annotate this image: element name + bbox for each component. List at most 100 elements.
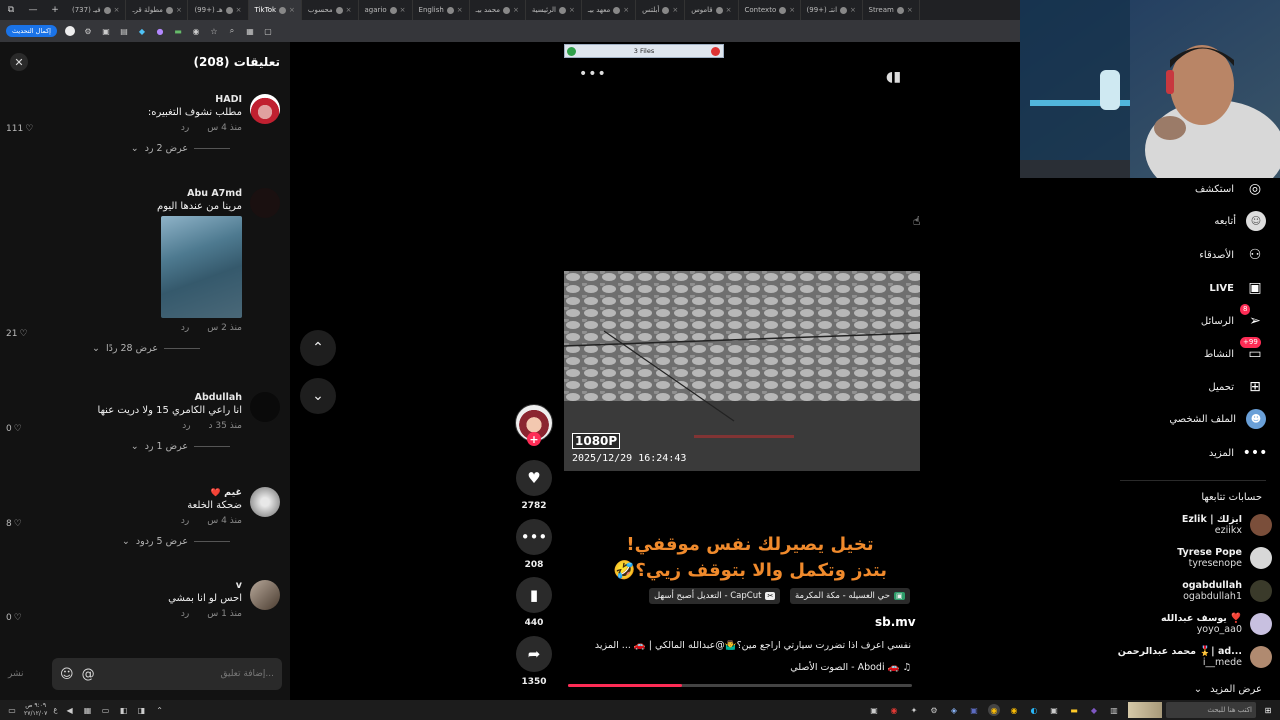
location-chip[interactable]: ▣ حي العسيله - مكة المكرمة — [790, 588, 910, 604]
browser-tab[interactable]: أبلتس × — [636, 0, 686, 20]
nav-upload[interactable]: ⊞ تحميل — [1208, 376, 1266, 398]
close-tab-icon[interactable]: × — [789, 6, 795, 14]
video-player[interactable]: 1080P 2025/12/29 16:24:43 — [564, 271, 920, 471]
close-tab-icon[interactable]: × — [400, 6, 406, 14]
comment-like-button[interactable]: 0 ♡ — [6, 424, 22, 434]
mention-icon[interactable]: @ — [82, 667, 95, 682]
avatar[interactable] — [250, 580, 280, 610]
notification-icon[interactable]: ▭ — [6, 704, 18, 716]
nav-messages[interactable]: ➢ 8 الرسائل — [1201, 304, 1266, 332]
network-icon[interactable]: ▦ — [82, 704, 94, 716]
extension-icon[interactable]: ▢ — [263, 26, 273, 36]
browser-tab[interactable]: مطولة قرـ × — [126, 0, 189, 20]
browser-tab[interactable]: الرئيسية × — [526, 0, 582, 20]
close-tab-icon[interactable]: × — [672, 6, 678, 14]
profile-icon[interactable] — [64, 26, 75, 36]
comment-input[interactable]: ☺ @ إضافة تعليق... — [52, 658, 282, 690]
speaker-muted-icon[interactable]: ◖▮ — [886, 69, 901, 85]
extension-icon[interactable]: ◆ — [137, 26, 147, 36]
avatar[interactable] — [250, 487, 280, 517]
reply-button[interactable]: رد — [181, 516, 189, 526]
extension-icon[interactable]: ● — [155, 26, 165, 36]
browser-tab[interactable]: agario × — [359, 0, 413, 20]
steam-icon[interactable]: ◈ — [948, 704, 960, 716]
browser-tab[interactable]: (99+) انتـ × — [801, 0, 863, 20]
volume-icon[interactable]: ◀ — [64, 704, 76, 716]
close-tab-icon[interactable]: × — [907, 6, 913, 14]
app-icon[interactable]: ▣ — [868, 704, 880, 716]
new-tab-button[interactable]: + — [44, 5, 66, 15]
avatar[interactable] — [250, 392, 280, 422]
browser-tab[interactable]: (99+) هـ × — [188, 0, 249, 20]
tray-icon[interactable]: ◨ — [136, 704, 148, 716]
chrome-icon[interactable]: ◉ — [1008, 704, 1020, 716]
minimize-window-icon[interactable]: — — [22, 5, 44, 15]
language-indicator[interactable]: ع — [53, 706, 57, 714]
relaunch-update-button[interactable]: إكمال التحديث — [6, 25, 57, 37]
follow-plus-icon[interactable]: + — [527, 432, 541, 446]
nav-more[interactable]: ••• المزيد — [1209, 442, 1268, 464]
avatar[interactable] — [250, 188, 280, 218]
app-icon[interactable]: ▣ — [1048, 704, 1060, 716]
files-notification-bar[interactable]: 3 Files — [564, 44, 724, 58]
nav-activity[interactable]: ▭ 99+ النشاط — [1204, 337, 1266, 365]
close-comments-button[interactable]: ✕ — [10, 53, 28, 71]
battery-icon[interactable]: ▭ — [100, 704, 112, 716]
emoji-icon[interactable]: ☺ — [60, 667, 74, 682]
comment-username[interactable]: Abu A7md — [60, 188, 242, 199]
close-tab-icon[interactable]: × — [513, 6, 519, 14]
browser-tab[interactable]: Stream × — [863, 0, 920, 20]
avatar[interactable] — [250, 94, 280, 124]
clock[interactable]: ٩:٠٩ ص ٢٧/١٢/٠٧ — [24, 702, 47, 718]
view-replies-button[interactable]: عرض 2 رد ⌄ — [10, 143, 230, 154]
see-more-button[interactable]: عرض المزيد ⌄ — [1194, 684, 1262, 695]
nav-following[interactable]: ☺ أتابعه — [1214, 211, 1266, 231]
taskbar-search-input[interactable]: اكتب هنا للبحث — [1166, 702, 1256, 718]
close-tab-icon[interactable]: × — [569, 6, 575, 14]
comment-username[interactable]: Abdullah — [60, 392, 242, 403]
heart-icon[interactable]: ♥ — [516, 460, 552, 496]
bookmark-icon[interactable]: ▮ — [516, 577, 552, 613]
file-explorer-icon[interactable]: ▬ — [1068, 704, 1080, 716]
author-username[interactable]: sb.mv — [875, 615, 916, 629]
restore-window-icon[interactable]: ⧉ — [0, 5, 22, 15]
comment-like-button[interactable]: 111 ♡ — [6, 124, 33, 134]
tray-icon[interactable]: ◧ — [118, 704, 130, 716]
comment-username[interactable]: v — [60, 580, 242, 591]
browser-tab[interactable]: محمد بيـ × — [470, 0, 526, 20]
browser-tab[interactable]: TikTok × — [248, 0, 302, 20]
close-icon[interactable] — [711, 47, 720, 56]
share-arrow-icon[interactable]: ➦ — [516, 636, 552, 672]
settings-icon[interactable]: ⚙ — [928, 704, 940, 716]
browser-tab[interactable]: معهد بيـ × — [582, 0, 637, 20]
extension-icon[interactable]: ◉ — [191, 26, 201, 36]
comment-bubble-icon[interactable]: ••• — [516, 519, 552, 555]
more-options-button[interactable]: ••• — [579, 66, 607, 82]
post-comment-button[interactable]: نشر — [8, 669, 38, 679]
app-icon[interactable]: ◆ — [1088, 704, 1100, 716]
followed-account[interactable]: Ezlik | ايزلك eziikx — [1182, 514, 1272, 536]
comment-like-button[interactable]: 8 ♡ — [6, 519, 22, 529]
browser-tab[interactable]: (737) فيـ × — [66, 0, 127, 20]
followed-account[interactable]: محمد عبدالرحمن 🎖️| ad... i__mede — [1118, 646, 1272, 668]
previous-video-button[interactable]: ⌃ — [300, 330, 336, 366]
nav-explore[interactable]: ◎ استكشف — [1195, 178, 1266, 200]
capcut-chip[interactable]: ✂ CapCut - التعديل أصبح أسهل — [649, 588, 781, 604]
extension-icon[interactable]: ▤ — [119, 26, 129, 36]
like-action[interactable]: ♥ 2782 — [516, 460, 552, 511]
view-replies-button[interactable]: عرض 1 رد ⌄ — [10, 441, 230, 452]
chrome-icon[interactable]: ◉ — [988, 704, 1000, 716]
close-tab-icon[interactable]: × — [114, 6, 120, 14]
video-sound[interactable]: ♫ 🚗 Abodi - الصوت الأصلي — [573, 662, 911, 673]
extension-icon[interactable]: ⚙ — [83, 26, 93, 36]
extension-icon[interactable]: ▬ — [173, 26, 183, 36]
browser-tab[interactable]: قاموس × — [685, 0, 739, 20]
browser-tab[interactable]: English × — [413, 0, 470, 20]
comment-like-button[interactable]: 0 ♡ — [6, 613, 22, 623]
show-hidden-icons[interactable]: ⌃ — [154, 704, 166, 716]
comment-like-button[interactable]: 21 ♡ — [6, 329, 28, 339]
close-tab-icon[interactable]: × — [346, 6, 352, 14]
edge-icon[interactable]: ◐ — [1028, 704, 1040, 716]
view-replies-button[interactable]: عرض 28 ردًا ⌄ — [10, 343, 200, 354]
close-tab-icon[interactable]: × — [236, 6, 242, 14]
